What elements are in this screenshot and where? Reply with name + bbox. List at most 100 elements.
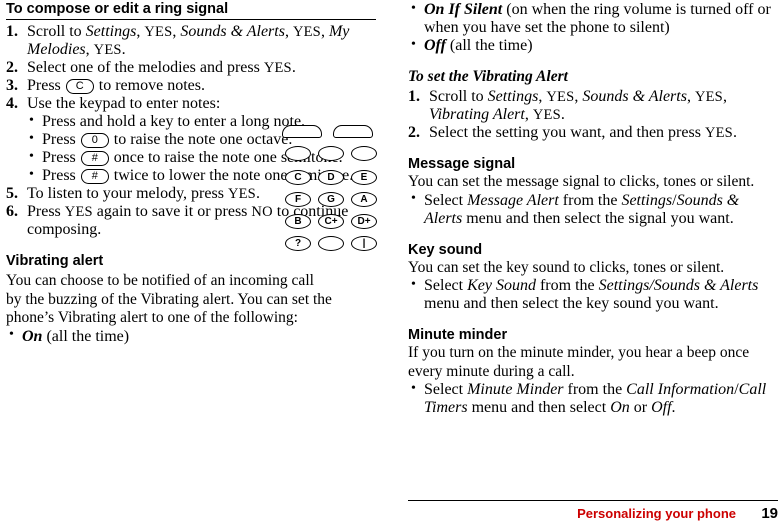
menu-name: Sounds & Alerts — [180, 23, 285, 40]
bullet-icon: • — [411, 276, 416, 292]
bullet-item: • Off (all the time) — [408, 37, 778, 55]
heading-compose-ring-signal: To compose or edit a ring signal — [6, 0, 376, 20]
key-label: YES — [292, 24, 321, 40]
footer-page-number: 19 — [761, 505, 778, 522]
menu-name: Key Sound — [467, 277, 536, 295]
keycap-0: 0 — [80, 133, 109, 148]
keypad-key: E — [351, 170, 377, 185]
vibrating-options-bullets: • On If Silent (on when the ring volume i… — [408, 1, 778, 55]
keypad-key: F — [285, 192, 311, 207]
bullet-text: On (all the time) — [22, 327, 130, 345]
step-number: 4. — [6, 95, 18, 112]
bullet-text: On If Silent (on when the ring volume is… — [424, 1, 771, 36]
step-text: Select one of the melodies and press YES… — [27, 59, 296, 76]
option-name: On If Silent — [424, 1, 503, 18]
option-name: On — [22, 327, 43, 345]
keypad-key: ? — [285, 236, 311, 251]
bullet-icon: • — [411, 36, 416, 52]
heading-vibrating-alert: Vibrating alert — [6, 253, 104, 269]
bullet-icon: • — [29, 148, 34, 164]
minute-minder-bullets: • Select Minute Minder from the Call Info… — [408, 381, 778, 417]
step-text: Scroll to Settings, YES, Sounds & Alerts… — [429, 88, 727, 123]
key-label: YES — [694, 89, 723, 105]
bullet-text: Select Key Sound from the Settings/Sound… — [424, 277, 759, 313]
step-number: 1. — [6, 23, 18, 40]
step-text: Use the keypad to enter notes: — [27, 95, 221, 112]
select-key-icon — [318, 146, 344, 161]
step-number: 2. — [6, 59, 18, 76]
bullet-item: • On (all the time) — [6, 327, 376, 346]
numbered-step: 2. Select the setting you want, and then … — [408, 124, 778, 142]
footer-chapter-title: Personalizing your phone — [577, 506, 736, 521]
bullet-text: Select Message Alert from the Settings/S… — [424, 191, 740, 227]
step-number: 1. — [408, 88, 420, 105]
key-label: NO — [251, 204, 273, 220]
bullet-text: Off (all the time) — [424, 37, 533, 54]
up-key-icon — [285, 146, 311, 161]
step-text: Press C to remove notes. — [27, 77, 205, 94]
phone-keypad-diagram: C D E F G A B C+ D+ ? | — [282, 125, 378, 251]
footer-divider — [408, 500, 778, 501]
body-line: by the buzzing of the Vibrating alert. Y… — [6, 290, 332, 308]
bullet-item: • Select Key Sound from the Settings/Soun… — [408, 277, 778, 313]
bullet-text: Press 0 to raise the note one octave. — [42, 131, 293, 148]
key-sound-body: You can set the key sound to clicks, ton… — [408, 258, 725, 276]
right-softkey-icon — [333, 125, 373, 138]
bullet-item: • Select Minute Minder from the Call Info… — [408, 381, 778, 417]
bullet-item: • Select Message Alert from the Settings/… — [408, 191, 778, 228]
message-signal-body: You can set the message signal to clicks… — [408, 173, 755, 190]
bullet-icon: • — [29, 112, 34, 128]
menu-name: Call Information — [626, 381, 735, 399]
keypad-key: D — [318, 170, 344, 185]
keycap-hash: # — [80, 151, 109, 166]
page-footer: Personalizing your phone 19 — [0, 493, 784, 523]
keypad-key: C — [285, 170, 311, 185]
numbered-step: 3. Press C to remove notes. — [6, 77, 376, 95]
keypad-key: A — [351, 192, 377, 207]
numbered-step: 1. Scroll to Settings, YES, Sounds & Aler… — [6, 23, 376, 59]
bullet-icon: • — [411, 0, 416, 16]
keypad-key: | — [351, 236, 377, 251]
step-number: 5. — [6, 185, 18, 202]
key-label: YES — [93, 42, 122, 58]
menu-name: On — [610, 399, 630, 417]
left-softkey-icon — [282, 125, 322, 138]
manual-page: To compose or edit a ring signal 1. Scrol… — [0, 0, 784, 523]
menu-name: Off — [651, 399, 672, 417]
keypad-key: D+ — [351, 214, 377, 229]
numbered-step: 2. Select one of the melodies and press Y… — [6, 59, 376, 77]
body-line: phone’s Vibrating alert to one of the fo… — [6, 309, 298, 327]
bullet-icon: • — [411, 191, 416, 207]
key-label: YES — [263, 60, 292, 76]
menu-name: Minute Minder — [467, 381, 564, 399]
message-signal-bullets: • Select Message Alert from the Settings/… — [408, 191, 778, 228]
bullet-icon: • — [29, 166, 34, 182]
key-label: YES — [227, 186, 256, 202]
menu-name: Sounds & Alerts — [582, 88, 687, 105]
heading-message-signal: Message signal — [408, 156, 516, 172]
step-number: 2. — [408, 124, 420, 141]
ordered-steps-compose: 1. Scroll to Settings, YES, Sounds & Aler… — [6, 23, 376, 113]
step-number: 6. — [6, 203, 18, 220]
keypad-key — [318, 236, 344, 251]
heading-minute-minder: Minute minder — [408, 327, 508, 344]
body-line: You can choose to be notified of an inco… — [6, 272, 314, 289]
key-label: YES — [144, 24, 173, 40]
bullet-icon: • — [29, 130, 34, 146]
menu-name: Message Alert — [467, 191, 559, 209]
option-name: Off — [424, 37, 446, 54]
ordered-steps-vibrating-alert: 1. Scroll to Settings, YES, Sounds & Aler… — [408, 88, 778, 142]
key-label: YES — [546, 89, 575, 105]
menu-name: Settings — [621, 191, 673, 209]
bullet-icon: • — [9, 327, 14, 343]
step-text: Scroll to Settings, YES, Sounds & Alerts… — [27, 23, 350, 58]
bullet-text: Press and hold a key to enter a long not… — [42, 113, 306, 130]
down-key-icon — [351, 146, 377, 161]
menu-name: Settings — [85, 23, 137, 40]
keycap-hash: # — [80, 169, 109, 184]
key-label: YES — [704, 125, 733, 141]
key-sound-bullets: • Select Key Sound from the Settings/Soun… — [408, 277, 778, 313]
right-column: • On If Silent (on when the ring volume i… — [408, 0, 778, 417]
menu-name: Settings — [487, 88, 539, 105]
step-number: 3. — [6, 77, 18, 94]
